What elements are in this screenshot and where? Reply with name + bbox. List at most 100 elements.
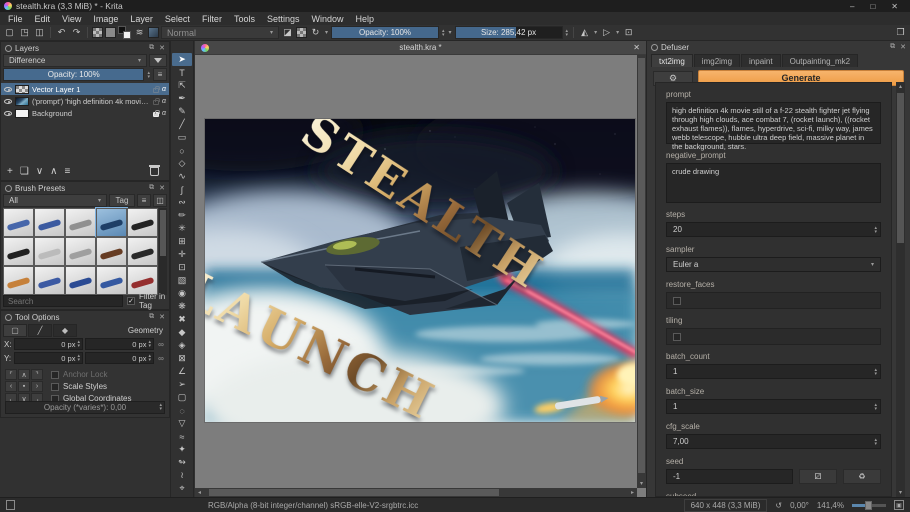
minimize-button[interactable]: – [850,2,854,11]
menu-item[interactable]: View [56,14,87,24]
blend-mode-combo[interactable]: Normal ▾ [161,26,279,39]
anchor-cell[interactable]: ‹ [5,381,17,392]
brush-preset[interactable] [65,266,96,295]
menu-item[interactable]: File [2,14,29,24]
similar-color-selection-tool[interactable]: ✦ [172,443,192,456]
brush-docker-header[interactable]: Brush Presets ⧉ ✕ [1,182,169,194]
reload-preset-icon[interactable]: ↻ [309,26,322,39]
alpha-icon[interactable]: α [162,110,166,117]
enclose-fill-tool[interactable]: ◈ [172,339,192,352]
brush-settings-icon[interactable]: ≋ [133,26,146,39]
freehand-selection-tool[interactable]: ≈ [172,430,192,443]
line-tool[interactable]: ╱ [172,118,192,131]
move-tool[interactable]: ✛ [172,248,192,261]
size-spinner[interactable]: ▴ ▾ [565,28,570,37]
defuser-tab[interactable]: Outpainting_mk2 [781,54,859,67]
brush-preset[interactable] [34,266,65,295]
brush-preset-status-icon[interactable] [6,500,15,510]
checkbox[interactable] [51,382,59,391]
width-field[interactable]: 0 px ▴ ▾ [85,338,154,350]
float-docker-icon[interactable]: ⧉ [149,184,154,192]
lock-icon[interactable] [153,110,160,117]
brush-preset[interactable] [3,266,34,295]
freehand-brush-tool[interactable]: ✎ [172,105,192,118]
menu-item[interactable]: Select [159,14,196,24]
brush-preset[interactable] [96,237,127,266]
anchor-cell[interactable]: › [31,381,43,392]
delete-layer-button[interactable] [149,165,160,176]
layer-thumbnail[interactable] [15,84,29,94]
menu-item[interactable]: Image [87,14,124,24]
alpha-icon[interactable]: α [162,98,166,105]
brush-preset[interactable] [3,237,34,266]
brush-preset[interactable] [96,266,127,295]
text-tool[interactable]: T [172,66,192,79]
menu-item[interactable]: Help [350,14,381,24]
add-layer-button[interactable]: + [7,166,13,177]
close-docker-icon[interactable]: ✕ [159,184,165,192]
layer-row[interactable]: Background α [1,107,169,119]
undo-icon[interactable]: ↶ [55,26,68,39]
close-docker-icon[interactable]: ✕ [159,44,165,52]
layer-thumbnail[interactable] [15,108,29,118]
anchor-cell[interactable]: ∧ [18,369,30,380]
checkbox[interactable] [51,370,59,379]
defuser-scrollbar[interactable]: ▴ ▾ [896,82,905,497]
canvas-image[interactable]: STEALTH LAUNCH [204,118,636,423]
stroke-opacity-slider[interactable]: Opacity (*varies*): 0,00 ▴ ▾ [5,401,165,414]
layer-opacity-spinner[interactable]: ▴ ▾ [146,70,151,79]
cfg-scale-field[interactable]: 7,00 ▴ ▾ [666,434,881,449]
color-sampler-tool[interactable]: ◉ [172,287,192,300]
document-subwindow-bar[interactable]: stealth.kra * ✕ [195,41,646,55]
scroll-up-icon[interactable]: ▴ [896,82,905,91]
defuser-header[interactable]: Defuser ⧉ ✕ [647,41,910,53]
multibrush-tool[interactable]: ✳ [172,222,192,235]
chevron-down-icon[interactable]: ▾ [593,29,598,36]
tab-fill-options[interactable]: ◆ [53,324,77,337]
transform-tool[interactable]: ⊞ [172,235,192,248]
anchor-cell[interactable]: ⌜ [5,369,17,380]
lock-icon[interactable] [153,98,160,105]
tab-move-options[interactable]: ▢ [3,324,27,337]
brush-preset[interactable] [34,208,65,237]
opacity-slider[interactable]: Opacity: 100% [331,26,440,39]
freehand-path-tool[interactable]: ∾ [172,196,192,209]
lock-icon[interactable] [153,86,160,93]
menu-item[interactable]: Edit [29,14,57,24]
mirror-icon[interactable]: ◭ [578,26,591,39]
duplicate-layer-button[interactable]: ❏ [20,166,29,177]
magnetic-selection-tool[interactable]: ≀ [172,469,192,482]
visibility-eye-icon[interactable] [4,98,12,104]
reuse-seed-button[interactable]: ♻ [843,469,881,484]
scroll-down-icon[interactable]: ▾ [896,488,905,497]
brush-preset[interactable] [34,237,65,266]
defuser-tab[interactable]: txt2img [651,54,693,67]
edit-shapes-tool[interactable]: ⇱ [172,79,192,92]
visibility-eye-icon[interactable] [4,86,12,92]
tab-stroke-options[interactable]: ╱ [28,324,52,337]
brush-preset[interactable] [127,237,158,266]
random-seed-button[interactable]: ⚂ [799,469,837,484]
scroll-down-icon[interactable]: ▾ [637,479,646,488]
link-icon[interactable]: ∞ [156,354,166,363]
workspace-chooser-icon[interactable]: ❒ [894,26,907,39]
polygon-tool[interactable]: ◇ [172,157,192,170]
close-button[interactable]: ✕ [891,2,898,11]
elliptical-selection-tool[interactable]: ◌ [172,404,192,417]
calligraphy-tool[interactable]: ✒ [172,92,192,105]
assistants-tool[interactable]: ➢ [172,378,192,391]
tool-options-header[interactable]: Tool Options ⧉ ✕ [1,311,169,323]
x-position-field[interactable]: 0 px ▴ ▾ [14,338,83,350]
select-shapes-tool[interactable]: ➤ [172,53,192,66]
layers-docker-header[interactable]: Layers ⧉ ✕ [1,42,169,54]
mesh-transform-tool[interactable]: ⊠ [172,352,192,365]
filter-in-tag-checkbox[interactable]: ✓ [127,297,135,305]
bezier-selection-tool[interactable]: ↬ [172,456,192,469]
batch-size-field[interactable]: 1 ▴ ▾ [666,399,881,414]
anchor-cell[interactable]: ⌝ [31,369,43,380]
storage-button[interactable]: ◫ [153,194,167,207]
restore-faces-checkbox[interactable] [673,296,681,305]
size-slider[interactable]: Size: 285,42 px [454,26,563,39]
visibility-eye-icon[interactable] [4,110,12,116]
y-position-field[interactable]: 0 px ▴ ▾ [14,352,83,364]
